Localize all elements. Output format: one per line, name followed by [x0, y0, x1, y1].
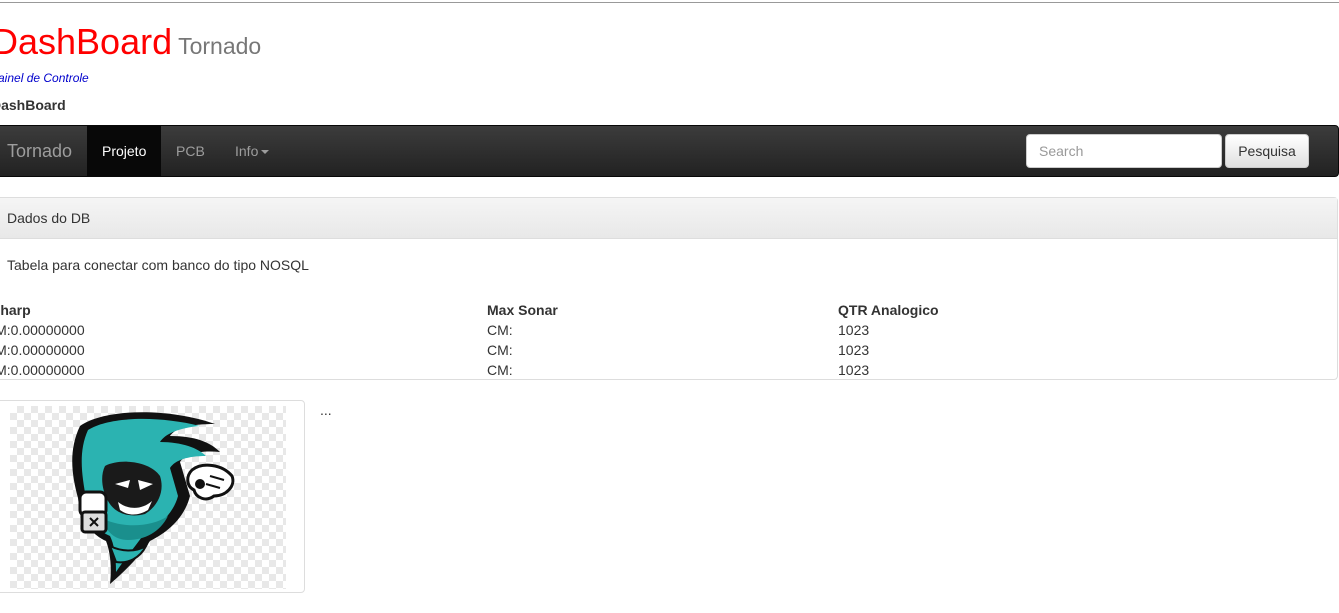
table-cell: CM:0.00000000 — [0, 322, 85, 338]
db-table: Sharp Max Sonar QTR Analogico CM:0.00000… — [0, 300, 1238, 380]
table-cell: CM: — [487, 362, 513, 378]
nav-item-info-label: Info — [235, 143, 259, 159]
panel-description: Tabela para conectar com banco do tipo N… — [7, 257, 309, 273]
navbar-brand[interactable]: Tornado — [7, 126, 72, 176]
thumbnail[interactable] — [0, 400, 305, 593]
thumbnail-caption: ... — [320, 402, 332, 418]
table-cell: 1023 — [838, 322, 870, 338]
table-cell: CM: — [487, 322, 513, 338]
table-cell: 1023 — [838, 342, 870, 358]
db-panel: Dados do DB Tabela para conectar com ban… — [0, 197, 1338, 380]
search-input[interactable] — [1026, 134, 1222, 168]
table-header-row: Sharp Max Sonar QTR Analogico — [0, 300, 1238, 320]
column-header-qtr: QTR Analogico — [838, 302, 939, 318]
nav-item-pcb[interactable]: PCB — [161, 126, 220, 176]
tornado-mascot-image — [10, 406, 286, 589]
tornado-mascot-icon — [72, 412, 235, 584]
table-cell: 1023 — [838, 362, 870, 378]
caret-down-icon — [261, 150, 270, 155]
search-button[interactable]: Pesquisa — [1225, 134, 1309, 168]
top-divider — [0, 2, 1339, 3]
page-title-small: Tornado — [178, 33, 262, 59]
table-cell: CM:0.00000000 — [0, 362, 85, 378]
section-label: DashBoard — [0, 97, 66, 113]
table-row: CM:0.00000000 CM: 1023 — [0, 360, 1238, 380]
page-title-main: DashBoard — [0, 21, 173, 62]
nav-item-info[interactable]: Info — [220, 126, 284, 176]
page-subtitle: Painel de Controle — [0, 71, 89, 85]
column-header-sharp: Sharp — [0, 302, 31, 318]
page-title: DashBoard Tornado — [0, 22, 261, 62]
table-row: CM:0.00000000 CM: 1023 — [0, 340, 1238, 360]
column-header-max-sonar: Max Sonar — [487, 302, 558, 318]
table-cell: CM: — [487, 342, 513, 358]
navbar: Tornado Projeto PCB Info Pesquisa — [0, 125, 1339, 177]
nav-item-projeto[interactable]: Projeto — [87, 126, 162, 176]
table-cell: CM:0.00000000 — [0, 342, 85, 358]
panel-heading: Dados do DB — [0, 198, 1337, 239]
table-row: CM:0.00000000 CM: 1023 — [0, 320, 1238, 340]
